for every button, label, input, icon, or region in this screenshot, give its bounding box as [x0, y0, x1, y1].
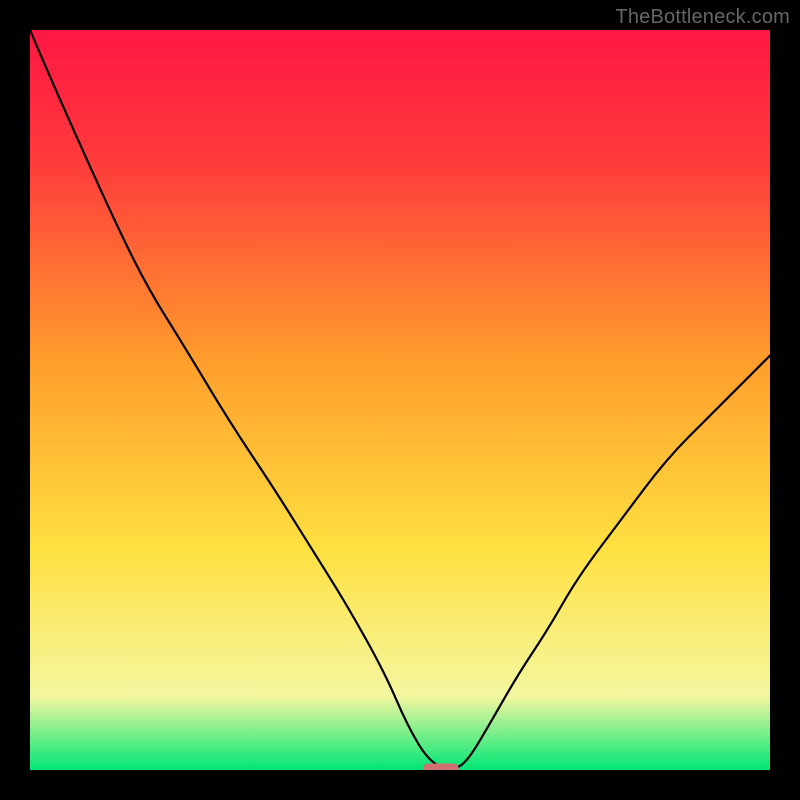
gradient-background: [30, 30, 770, 770]
plot-area: [30, 30, 770, 770]
chart-stage: TheBottleneck.com: [0, 0, 800, 800]
watermark-text: TheBottleneck.com: [615, 6, 790, 29]
optimal-marker: [423, 764, 459, 771]
chart-svg: [30, 30, 770, 770]
